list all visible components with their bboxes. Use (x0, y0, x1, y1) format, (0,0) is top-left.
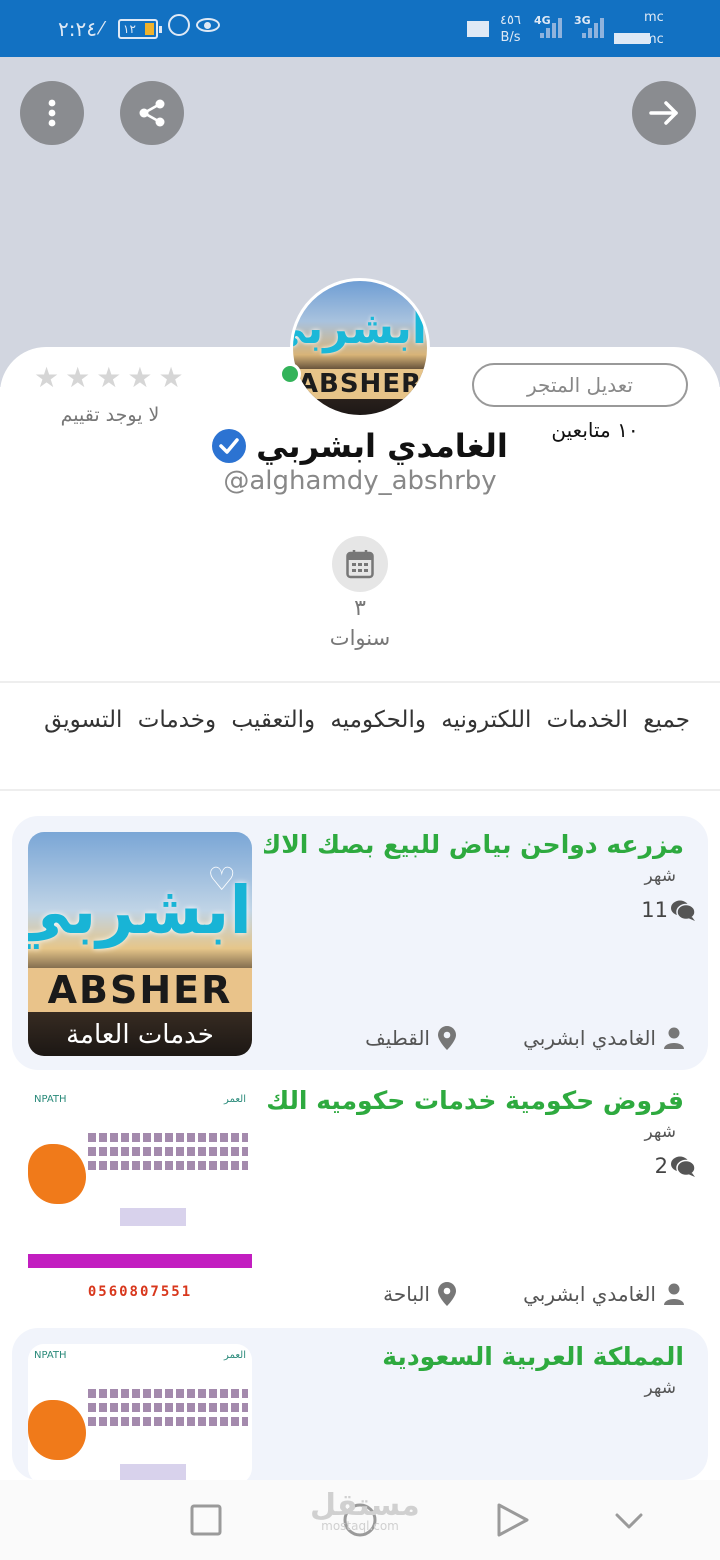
nav-back-icon[interactable] (496, 1502, 530, 1538)
listing-title[interactable]: قروض حكومية خدمات حكوميه الك.. (264, 1086, 684, 1115)
listing-image[interactable]: NPATH العمر 0560807551 (28, 1088, 252, 1312)
listing-image-text: خدمات العامة (66, 1020, 214, 1050)
store-handle: @alghamdy_abshrby (223, 466, 497, 496)
share-icon (139, 99, 165, 127)
star-icon: ★ (158, 361, 184, 394)
nav-down-icon[interactable] (614, 1512, 644, 1530)
listing-image[interactable]: ابشربي ABSHER خدمات العامة ♡ (28, 832, 252, 1056)
flyer-logos: NPATH العمر (34, 1094, 246, 1105)
signal-icon (582, 16, 608, 38)
arrow-forward-icon (649, 101, 678, 125)
flyer-graphic (120, 1464, 186, 1480)
alarm-icon (168, 14, 190, 36)
listing-card[interactable]: ابشربي ABSHER خدمات العامة ♡ مزرعه دواحن… (12, 816, 708, 1070)
avatar-text: ABSHER (293, 369, 427, 399)
edit-store-button[interactable]: تعديل المتجر (472, 363, 688, 407)
listing-seller[interactable]: الغامدي ابشربي (523, 1026, 684, 1050)
listing-image-text: ABSHER (28, 968, 252, 1012)
person-icon (664, 1027, 684, 1049)
star-icon: ★ (65, 361, 91, 394)
person-icon (664, 1283, 684, 1305)
followers-count[interactable]: ١٠ متابعين (520, 418, 670, 442)
flyer-text-lines (88, 1128, 248, 1175)
star-icon: ★ (96, 361, 122, 394)
star-icon: ★ (34, 361, 60, 394)
rating-stars: ★ ★ ★ ★ ★ (34, 364, 184, 392)
listing-city: الباحة (383, 1282, 456, 1306)
membership-years-label: سنوات (329, 626, 391, 650)
battery-icon: ١٢ (118, 19, 162, 39)
nav-recent-icon[interactable] (190, 1504, 222, 1536)
eye-comfort-icon (196, 18, 220, 32)
verified-badge-icon (212, 429, 247, 463)
net-speed: ٤٥٦ B/s (500, 13, 521, 45)
listing-title[interactable]: مزرعه دواحن بياض للبيع بصك الاك.. (264, 830, 684, 859)
flyer-phone: 0560807551 (87, 1284, 193, 1300)
star-icon: ★ (127, 361, 153, 394)
location-pin-icon (438, 1026, 456, 1050)
listing-image[interactable]: NPATH العمر (28, 1344, 252, 1480)
carrier-label: mc (644, 10, 664, 25)
divider (0, 789, 720, 791)
flyer-graphic (28, 1254, 252, 1268)
listing-card[interactable]: NPATH العمر 0560807551 قروض حكومية خدمات … (12, 1072, 708, 1326)
more-options-button[interactable] (20, 81, 84, 145)
carrier-label: mc (644, 32, 664, 47)
listing-time: شهر (644, 1122, 676, 1142)
listing-time: شهر (644, 866, 676, 886)
heart-icon[interactable]: ♡ (207, 860, 236, 898)
comment-icon (671, 1156, 696, 1177)
share-button[interactable] (120, 81, 184, 145)
flyer-graphic (28, 1400, 86, 1460)
mute-icon: ⁄ (100, 18, 104, 39)
flyer-graphic (28, 1144, 86, 1204)
avatar-text: ابشربي (293, 303, 427, 354)
listing-seller[interactable]: الغامدي ابشربي (523, 1282, 684, 1306)
more-vert-icon (48, 99, 56, 127)
flyer-logos: NPATH العمر (34, 1350, 246, 1361)
listing-time: شهر (644, 1378, 676, 1398)
calendar-icon (332, 536, 388, 592)
online-indicator (279, 363, 301, 385)
store-avatar[interactable]: ابشربي ABSHER (290, 278, 430, 418)
status-bar: ٢:٢٤ ⁄ ١٢ ٤٥٦ B/s 4G 3G mc VoLTE mc (0, 0, 720, 57)
comment-count: 11 (641, 898, 696, 922)
membership-years-value: ٣ (354, 596, 366, 621)
back-button[interactable] (632, 81, 696, 145)
store-name: الغامدي ابشربي (256, 427, 508, 465)
listing-card[interactable]: NPATH العمر المملكة العربية السعودية شهر (12, 1328, 708, 1480)
watermark-logo: مستقل mostaql.com (310, 1488, 420, 1533)
divider (0, 681, 720, 683)
store-category: جميع الخدمات اللكترونيه والحكوميه والتعق… (44, 707, 690, 733)
mail-icon (467, 21, 489, 37)
store-name-row: الغامدي ابشربي (180, 424, 540, 468)
no-rating-label: لا يوجد تقييم (60, 404, 160, 426)
status-time: ٢:٢٤ (58, 17, 97, 41)
listing-title[interactable]: المملكة العربية السعودية (264, 1342, 684, 1371)
location-pin-icon (438, 1282, 456, 1306)
signal-icon (540, 16, 566, 38)
listing-city: القطيف (365, 1026, 456, 1050)
comment-count: 2 (655, 1154, 696, 1178)
flyer-graphic (120, 1208, 186, 1226)
comment-icon (671, 900, 696, 921)
flyer-text-lines (88, 1384, 248, 1431)
